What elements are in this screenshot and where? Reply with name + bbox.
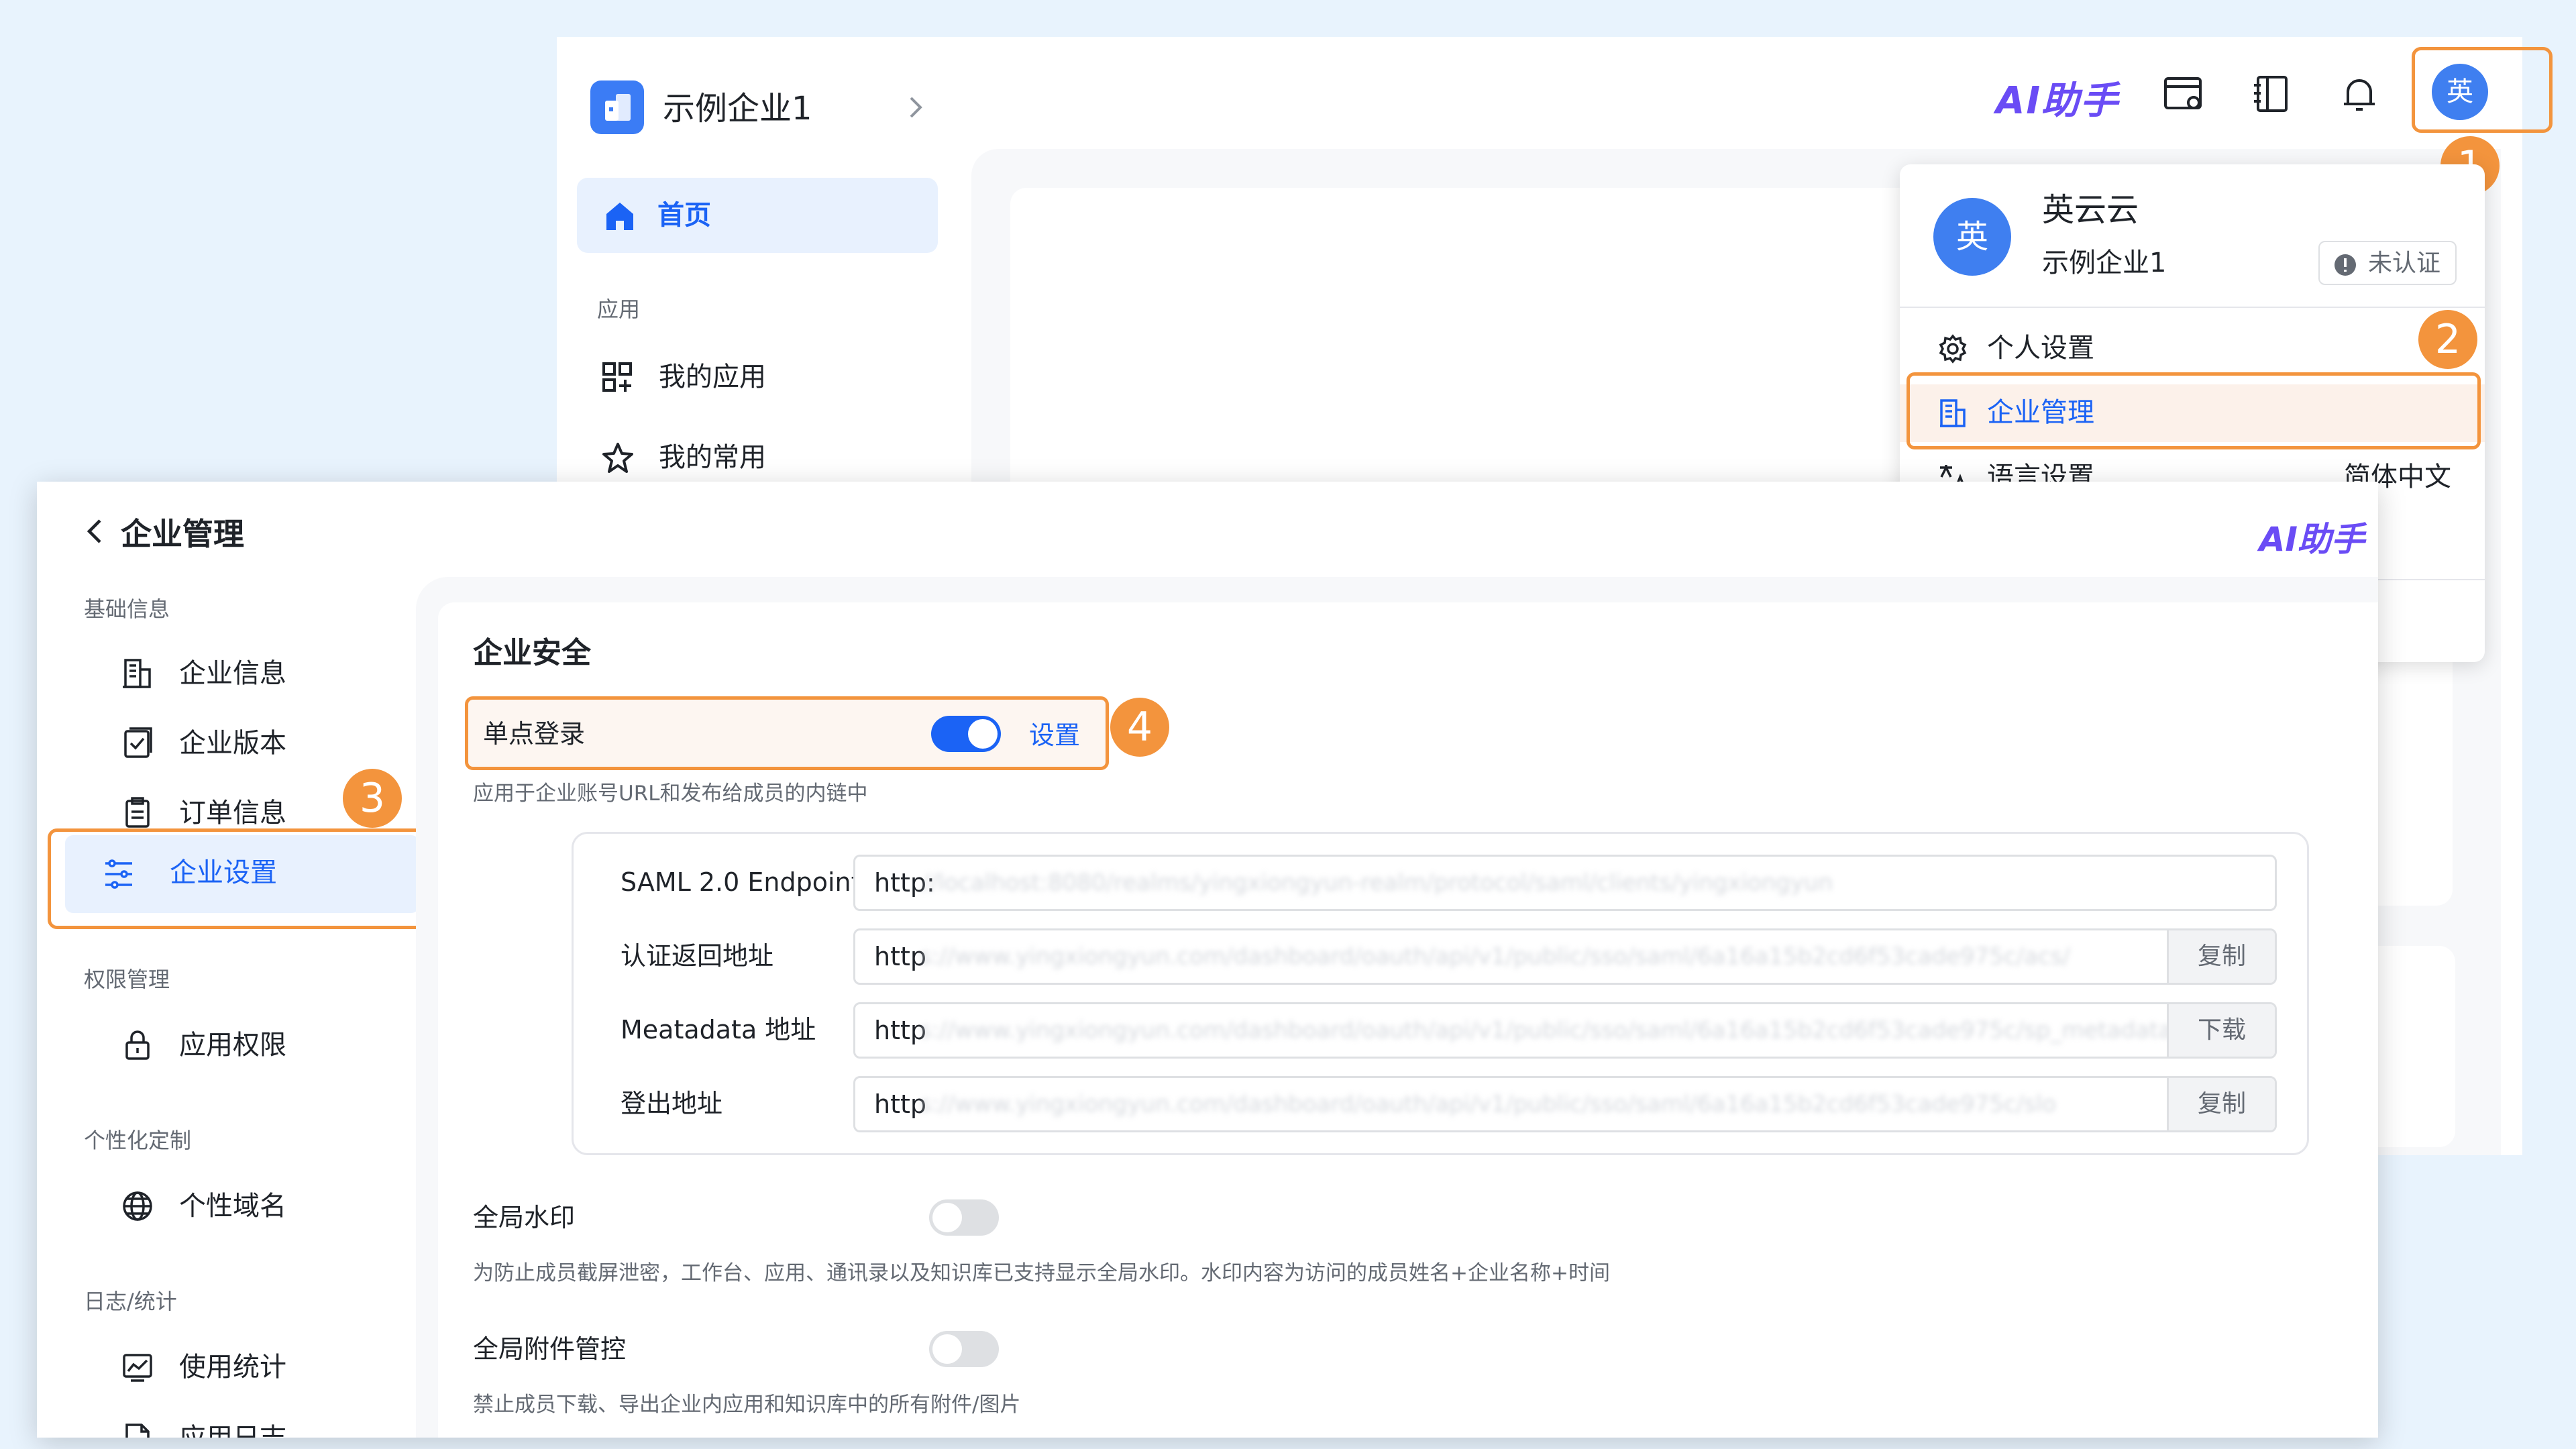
menu-item-personal-settings[interactable]: 个人设置 bbox=[1900, 320, 2485, 378]
sso-settings-link[interactable]: 设置 bbox=[1029, 718, 1080, 752]
saml-endpoint-label: SAML 2.0 Endpoint bbox=[621, 867, 861, 897]
watermark-label: 全局水印 bbox=[473, 1203, 576, 1232]
star-icon bbox=[601, 441, 635, 475]
toggle-knob bbox=[932, 1203, 962, 1232]
globe-icon bbox=[121, 1190, 154, 1222]
sidebar-item-label: 使用统计 bbox=[179, 1352, 286, 1383]
nav-item-home[interactable]: 首页 bbox=[577, 178, 938, 253]
sso-toggle[interactable] bbox=[931, 716, 1001, 752]
sliders-icon bbox=[103, 858, 135, 890]
nav-item-my-apps[interactable]: 我的应用 bbox=[577, 343, 938, 411]
attachment-control-toggle[interactable] bbox=[929, 1331, 999, 1367]
version-check-icon bbox=[121, 727, 154, 759]
toggle-knob bbox=[932, 1334, 962, 1364]
sidebar-item-enterprise-version[interactable]: 企业版本 bbox=[84, 710, 419, 777]
avatar[interactable]: 英 bbox=[2432, 64, 2488, 120]
user-name: 英云云 bbox=[2042, 191, 2139, 229]
sidebar-item-label: 企业信息 bbox=[179, 658, 286, 689]
sidebar-item-app-logs[interactable]: 应用日志 bbox=[84, 1405, 419, 1438]
sidebar-item-label: 企业版本 bbox=[179, 728, 286, 759]
section-title: 企业安全 bbox=[473, 636, 591, 670]
toggle-knob bbox=[968, 719, 998, 749]
sidebar-section-title: 权限管理 bbox=[84, 967, 170, 992]
field-value: http bbox=[874, 942, 927, 971]
chevron-right-icon[interactable] bbox=[906, 94, 926, 121]
logout-url-field[interactable]: http s://www.yingxiongyun.com/dashboard/… bbox=[853, 1076, 2277, 1132]
sidebar-item-usage-stats[interactable]: 使用统计 bbox=[84, 1334, 419, 1401]
step-highlight bbox=[1907, 372, 2481, 449]
sso-description: 应用于企业账号URL和发布给成员的内链中 bbox=[473, 782, 868, 806]
sidebar-item-label: 订单信息 bbox=[179, 798, 286, 828]
sidebar-section-title: 基础信息 bbox=[84, 596, 170, 622]
sidebar-section-title: 个性化定制 bbox=[84, 1128, 192, 1153]
nav-item-label: 我的常用 bbox=[659, 442, 766, 473]
sidebar-item-label: 个性域名 bbox=[179, 1191, 286, 1222]
step-badge-4: 4 bbox=[1110, 698, 1169, 757]
warning-gear-icon bbox=[2332, 252, 2359, 278]
sidebar-item-label: 应用权限 bbox=[179, 1030, 286, 1061]
ai-assistant-button[interactable]: AI助手 bbox=[2259, 513, 2365, 561]
field-value-redacted: s://www.yingxiongyun.com/dashboard/oauth… bbox=[920, 1017, 2173, 1044]
company-logo-icon bbox=[590, 80, 644, 134]
sso-label: 单点登录 bbox=[483, 719, 586, 749]
field-value-redacted: s://www.yingxiongyun.com/dashboard/oauth… bbox=[920, 1091, 2057, 1118]
avatar: 英 bbox=[1933, 198, 2011, 276]
acs-url-label: 认证返回地址 bbox=[621, 941, 774, 971]
user-company: 示例企业1 bbox=[2042, 248, 2167, 278]
sidebar-item-label: 企业设置 bbox=[170, 857, 277, 888]
field-value: http bbox=[874, 1089, 927, 1119]
building-icon bbox=[121, 657, 154, 690]
log-file-icon bbox=[121, 1422, 154, 1438]
certification-badge[interactable]: 未认证 bbox=[2318, 241, 2457, 285]
ai-assistant-button[interactable]: AI助手 bbox=[1996, 70, 2119, 125]
sidebar-item-label: 应用日志 bbox=[179, 1421, 286, 1438]
field-value-redacted: //localhost:8080/realms/yingxiongyun-rea… bbox=[922, 869, 1833, 896]
home-icon bbox=[604, 201, 636, 231]
back-arrow-icon[interactable] bbox=[83, 517, 107, 546]
clipboard-icon bbox=[121, 797, 154, 829]
sidebar-item-custom-domain[interactable]: 个性域名 bbox=[84, 1173, 419, 1240]
bell-icon[interactable] bbox=[2336, 70, 2383, 117]
apps-grid-icon bbox=[601, 361, 635, 394]
browser-settings-icon[interactable] bbox=[2160, 70, 2207, 117]
attachment-control-description: 禁止成员下载、导出企业内应用和知识库中的所有附件/图片 bbox=[473, 1393, 1021, 1417]
acs-url-field[interactable]: http s://www.yingxiongyun.com/dashboard/… bbox=[853, 928, 2277, 985]
sidebar-item-app-permissions[interactable]: 应用权限 bbox=[84, 1012, 419, 1079]
nav-item-label: 我的应用 bbox=[659, 362, 766, 392]
saml-endpoint-field[interactable]: http: //localhost:8080/realms/yingxiongy… bbox=[853, 855, 2277, 911]
gear-icon bbox=[1937, 333, 1968, 364]
attachment-control-label: 全局附件管控 bbox=[473, 1334, 627, 1364]
nav-section-title: 应用 bbox=[597, 297, 641, 322]
watermark-toggle[interactable] bbox=[929, 1199, 999, 1236]
field-value: http bbox=[874, 1016, 927, 1045]
sidebar-item-enterprise-info[interactable]: 企业信息 bbox=[84, 640, 419, 707]
notebook-icon[interactable] bbox=[2249, 70, 2296, 117]
page-title: 企业管理 bbox=[121, 516, 244, 552]
step-badge-2: 2 bbox=[2418, 310, 2477, 369]
nav-item-my-favorites[interactable]: 我的常用 bbox=[577, 424, 938, 491]
download-button[interactable]: 下载 bbox=[2167, 1004, 2275, 1057]
company-name[interactable]: 示例企业1 bbox=[663, 87, 812, 130]
watermark-description: 为防止成员截屏泄密，工作台、应用、通讯录以及知识库已支持显示全局水印。水印内容为… bbox=[473, 1261, 1610, 1285]
field-value-redacted: s://www.yingxiongyun.com/dashboard/oauth… bbox=[920, 943, 2070, 970]
logout-url-label: 登出地址 bbox=[621, 1089, 723, 1118]
menu-item-label: 个人设置 bbox=[1987, 333, 2094, 364]
copy-button[interactable]: 复制 bbox=[2167, 1078, 2275, 1130]
divider bbox=[1900, 307, 2485, 308]
lock-icon bbox=[121, 1029, 154, 1061]
copy-button[interactable]: 复制 bbox=[2167, 930, 2275, 983]
enterprise-management-window: 企业管理 AI助手 基础信息 企业信息 企业版本 订单信息 企业设置 3 权限管… bbox=[37, 482, 2378, 1438]
sidebar-item-enterprise-settings[interactable]: 企业设置 bbox=[65, 835, 419, 913]
nav-item-label: 首页 bbox=[657, 200, 711, 231]
sso-setting-row: 单点登录 设置 bbox=[465, 696, 1109, 770]
metadata-url-field[interactable]: http s://www.yingxiongyun.com/dashboard/… bbox=[853, 1002, 2277, 1059]
chart-line-icon bbox=[121, 1351, 154, 1383]
metadata-url-label: Meatadata 地址 bbox=[621, 1015, 816, 1044]
sidebar-section-title: 日志/统计 bbox=[84, 1289, 177, 1314]
step-badge-3: 3 bbox=[343, 769, 402, 828]
certification-status: 未认证 bbox=[2368, 250, 2441, 277]
